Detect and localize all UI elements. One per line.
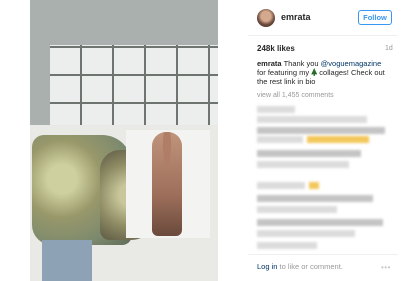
blurred-comment: [257, 116, 367, 123]
blurred-comment: [257, 242, 317, 249]
view-all-comments-link[interactable]: view all 1,455 comments: [257, 92, 334, 99]
caption: emrata Thank you @voguemagazine for feat…: [257, 59, 392, 86]
footer-divider: [248, 254, 398, 255]
more-options-icon[interactable]: •••: [381, 263, 391, 272]
blurred-comment: [257, 106, 295, 113]
blurred-comment: [257, 230, 355, 237]
post-image[interactable]: [30, 0, 218, 281]
post-timestamp[interactable]: 1d: [385, 45, 393, 52]
caption-text: Thank you: [283, 59, 321, 68]
blurred-comment: [257, 150, 361, 157]
caption-mention[interactable]: @voguemagazine: [321, 59, 382, 68]
blurred-comment: [257, 182, 305, 189]
login-prompt-text: to like or comment.: [277, 262, 343, 271]
follow-button[interactable]: Follow: [358, 10, 392, 25]
blurred-comments: [257, 103, 397, 253]
header-divider: [248, 35, 398, 36]
blurred-comment: [257, 195, 373, 202]
image-grid-paper: [50, 45, 218, 130]
blurred-comment: [309, 182, 319, 189]
image-figure: [152, 132, 182, 236]
caption-text: for featuring my: [257, 68, 312, 77]
blurred-comment: [257, 127, 385, 134]
blurred-comment: [307, 136, 369, 143]
login-link[interactable]: Log in: [257, 262, 277, 271]
blurred-comment: [257, 161, 349, 168]
login-prompt: Log in to like or comment.: [257, 262, 343, 271]
caption-username[interactable]: emrata: [257, 59, 282, 68]
blurred-comment: [257, 136, 303, 143]
username[interactable]: emrata: [281, 12, 311, 22]
blurred-comment: [257, 206, 337, 213]
image-blue-strip: [42, 240, 92, 281]
avatar[interactable]: [257, 9, 275, 27]
blurred-comment: [257, 219, 383, 226]
likes-count[interactable]: 248k likes: [257, 44, 295, 53]
